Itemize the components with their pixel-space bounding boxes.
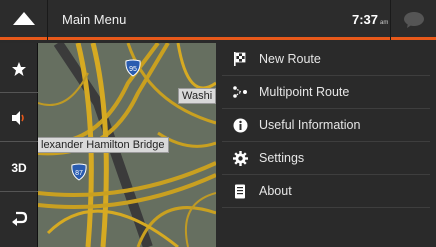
- menu-item-settings[interactable]: Settings: [222, 142, 430, 175]
- return-icon: [12, 211, 28, 226]
- menu-item-label: About: [259, 184, 292, 198]
- book-icon: [227, 181, 253, 201]
- street-label-washington: Washi: [178, 88, 216, 104]
- main-menu-list: New Route Multipoint Route Useful Inform…: [216, 43, 436, 247]
- menu-item-new-route[interactable]: New Route: [222, 43, 430, 76]
- menu-item-useful-information[interactable]: Useful Information: [222, 109, 430, 142]
- menu-item-label: Useful Information: [259, 118, 361, 132]
- favorites-button[interactable]: [0, 45, 38, 93]
- shield-95-number: 95: [129, 66, 137, 73]
- speaker-icon: [12, 110, 24, 125]
- back-button[interactable]: [0, 194, 38, 242]
- star-icon: [12, 61, 26, 76]
- clock-ampm: am: [380, 20, 389, 26]
- view-3d-label: 3D: [11, 160, 27, 175]
- checkered-flag-icon: [227, 49, 253, 69]
- bridge-label: lexander Hamilton Bridge: [38, 137, 169, 153]
- info-icon: [227, 115, 253, 135]
- menu-item-about[interactable]: About: [222, 175, 430, 208]
- top-bar: Main Menu 7:37 am: [0, 0, 436, 40]
- multipoint-route-icon: [227, 82, 253, 102]
- map-view[interactable]: 95 Washi lexander Hamilton Bridge 87: [38, 43, 216, 247]
- clock: 7:37 am: [352, 12, 388, 27]
- speech-bubble-icon: [404, 12, 424, 28]
- view-3d-button[interactable]: 3D: [0, 144, 38, 192]
- sound-button[interactable]: [0, 94, 38, 142]
- interstate-shield-95: 95: [125, 59, 141, 77]
- menu-item-label: New Route: [259, 52, 321, 66]
- interstate-shield-87: 87: [71, 163, 87, 181]
- menu-item-label: Settings: [259, 151, 305, 165]
- menu-item-label: Multipoint Route: [259, 85, 350, 99]
- left-sidebar: 3D: [0, 43, 38, 247]
- up-arrow-icon: [13, 12, 35, 25]
- page-title: Main Menu: [62, 12, 127, 27]
- gear-icon: [227, 148, 253, 168]
- menu-item-multipoint-route[interactable]: Multipoint Route: [222, 76, 430, 109]
- up-button[interactable]: [0, 0, 48, 40]
- messages-button[interactable]: [390, 0, 436, 40]
- shield-87-number: 87: [75, 170, 83, 177]
- clock-time: 7:37: [352, 12, 379, 27]
